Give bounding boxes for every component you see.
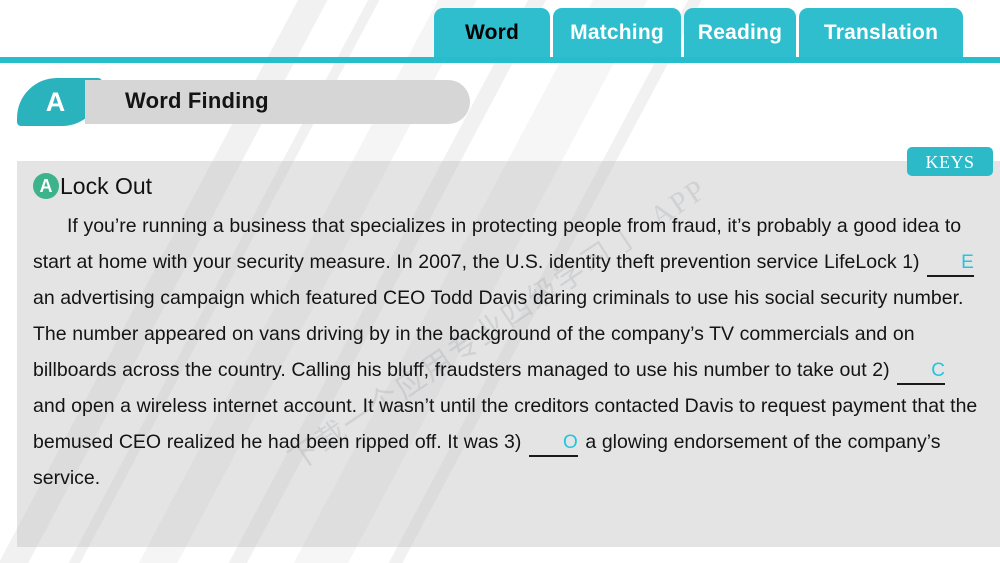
passage-title: Lock Out (60, 172, 153, 199)
page-title: Word Finding (125, 88, 269, 113)
tab-matching-label: Matching (570, 21, 664, 44)
tab-matching[interactable]: Matching (553, 8, 681, 57)
passage-block: A Lock Out If you’re running a business … (33, 170, 988, 496)
keys-button-label: KEYS (925, 151, 975, 172)
section-badge-letter: A (45, 86, 66, 117)
answer-blank-1[interactable]: E (927, 251, 974, 277)
tab-word-label: Word (464, 21, 520, 44)
tab-reading[interactable]: Reading (684, 8, 796, 57)
tab-bar-underline (0, 57, 1000, 63)
answer-blank-3[interactable]: O (528, 431, 578, 457)
tab-translation-label: Translation (823, 21, 939, 44)
answer-blank-2[interactable]: C (897, 359, 945, 385)
tab-reading-label: Reading (697, 21, 783, 44)
passage-text-segment: an advertising campaign which featured C… (33, 287, 964, 381)
passage-marker-icon: A (33, 173, 59, 199)
passage-marker-letter: A (39, 176, 53, 196)
passage-body: If you’re running a business that specia… (33, 208, 985, 496)
passage-text-segment: If you’re running a business that specia… (33, 215, 962, 273)
passage-title-row: A Lock Out (33, 170, 988, 202)
keys-button[interactable]: KEYS (907, 147, 993, 176)
tab-bar: Word Matching Reading Translation (0, 0, 1000, 64)
tab-translation[interactable]: Translation (799, 8, 963, 57)
tab-word[interactable]: Word (434, 8, 550, 57)
tab-list: Word Matching Reading Translation (434, 8, 963, 57)
